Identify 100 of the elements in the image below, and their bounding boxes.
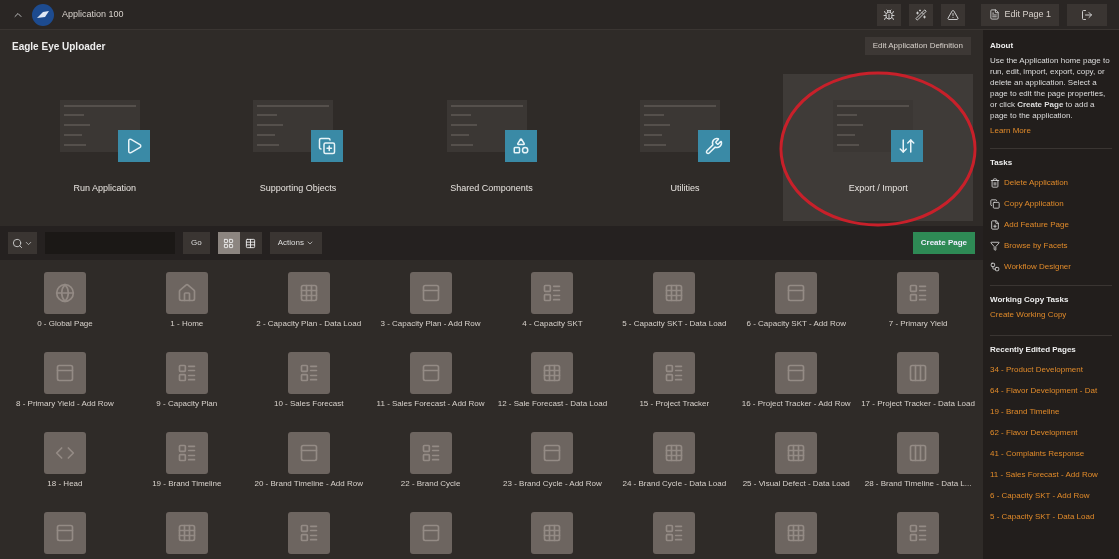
page-icon-button[interactable] xyxy=(287,272,330,314)
page-icon-button[interactable] xyxy=(409,432,452,474)
page-icon-button[interactable] xyxy=(409,352,452,394)
task-link[interactable]: Workflow Designer xyxy=(1004,261,1071,272)
page-icon-button[interactable] xyxy=(287,432,330,474)
page-icon-button[interactable] xyxy=(775,272,818,314)
create-page-button[interactable]: Create Page xyxy=(912,232,975,254)
page-icon-button[interactable] xyxy=(653,512,696,554)
page-link[interactable]: 9 - Capacity Plan xyxy=(152,399,222,409)
page-icon-button[interactable] xyxy=(165,432,208,474)
exit-button[interactable] xyxy=(1067,3,1107,26)
page-icon-button[interactable] xyxy=(653,352,696,394)
recent-page-link[interactable]: 34 - Product Development xyxy=(990,359,1112,380)
icons-view-button[interactable] xyxy=(217,232,240,254)
page-link[interactable]: 15 - Project Tracker xyxy=(635,399,714,409)
page-icon-button[interactable] xyxy=(775,352,818,394)
report-view-button[interactable] xyxy=(239,232,262,254)
grid-icon xyxy=(786,443,807,463)
debug-button[interactable] xyxy=(877,3,902,26)
page-link[interactable]: 12 - Sale Forecast - Data Load xyxy=(493,399,612,409)
page-icon-button[interactable] xyxy=(43,352,86,394)
recent-page-link[interactable]: 64 - Flavor Development - Dat xyxy=(990,380,1112,401)
grid-icon xyxy=(542,523,563,543)
page-icon-button[interactable] xyxy=(531,432,574,474)
recent-page-link[interactable]: 6 - Capacity SKT - Add Row xyxy=(990,485,1112,506)
page-icon-button[interactable] xyxy=(775,512,818,554)
report-icon xyxy=(908,523,929,543)
page-icon-button[interactable] xyxy=(775,432,818,474)
grid-icon xyxy=(542,363,563,383)
page-link[interactable]: 7 - Primary Yield xyxy=(884,319,952,329)
task-link[interactable]: Browse by Facets xyxy=(1004,240,1068,251)
page-icon-button[interactable] xyxy=(409,272,452,314)
page-link[interactable]: 19 - Brand Timeline xyxy=(148,479,226,489)
caret-icon xyxy=(305,239,314,247)
page-icon-button[interactable] xyxy=(653,432,696,474)
page-link[interactable]: 2 - Capacity Plan - Data Load xyxy=(252,319,366,329)
go-button[interactable]: Go xyxy=(183,232,210,254)
page-icon-button[interactable] xyxy=(165,512,208,554)
page-link[interactable]: 11 - Sales Forecast - Add Row xyxy=(372,399,489,409)
task-link[interactable]: Create Working Copy xyxy=(990,309,1112,327)
page-link[interactable]: 20 - Brand Timeline - Add Row xyxy=(250,479,367,489)
warning-button[interactable] xyxy=(941,3,966,26)
wand-button[interactable] xyxy=(909,3,934,26)
page-icon-button[interactable] xyxy=(43,272,86,314)
page-icon-button[interactable] xyxy=(897,352,940,394)
page-link[interactable]: 3 - Capacity Plan - Add Row xyxy=(376,319,485,329)
report-icon xyxy=(420,443,441,463)
page-link[interactable]: 28 - Brand Timeline - Data L... xyxy=(860,479,976,489)
task-link[interactable]: Delete Application xyxy=(1004,177,1069,188)
page-link[interactable]: 24 - Brand Cycle - Data Load xyxy=(618,479,731,489)
page-link[interactable]: 5 - Capacity SKT - Data Load xyxy=(618,319,731,329)
page-icon-button[interactable] xyxy=(43,432,86,474)
page-link[interactable]: 4 - Capacity SKT xyxy=(518,319,587,329)
recent-page-link[interactable]: 62 - Flavor Development xyxy=(990,422,1112,443)
actions-menu-button[interactable]: Actions xyxy=(269,232,322,254)
tile[interactable]: Shared Components xyxy=(396,74,587,221)
search-menu-button[interactable] xyxy=(8,232,37,254)
page-icon-button[interactable] xyxy=(653,272,696,314)
page-link[interactable]: 6 - Capacity SKT - Add Row xyxy=(742,319,850,329)
page-icon-button[interactable] xyxy=(897,272,940,314)
page-link[interactable]: 17 - Project Tracker - Data Load xyxy=(857,399,979,409)
page-icon-button[interactable] xyxy=(531,512,574,554)
edit-definition-button[interactable]: Edit Application Definition xyxy=(864,37,971,55)
page-link[interactable]: 23 - Brand Cycle - Add Row xyxy=(499,479,606,489)
page-icon-button[interactable] xyxy=(897,512,940,554)
page-icon-button[interactable] xyxy=(287,352,330,394)
recent-page-link[interactable]: 5 - Capacity SKT - Data Load xyxy=(990,506,1112,527)
tile[interactable]: Utilities xyxy=(589,74,780,221)
wand-icon xyxy=(915,8,928,21)
form-icon xyxy=(420,283,441,303)
page-icon-button[interactable] xyxy=(409,512,452,554)
page-icon-button[interactable] xyxy=(165,272,208,314)
task-link[interactable]: Add Feature Page xyxy=(1004,219,1069,230)
page-link[interactable]: 1 - Home xyxy=(166,319,208,329)
page-link[interactable]: 22 - Brand Cycle xyxy=(396,479,465,489)
page-icon-button[interactable] xyxy=(897,432,940,474)
recent-page-link[interactable]: 11 - Sales Forecast - Add Row xyxy=(990,464,1112,485)
page-icon-button[interactable] xyxy=(165,352,208,394)
columns-icon xyxy=(908,363,929,383)
page-link[interactable]: 25 - Visual Defect - Data Load xyxy=(738,479,854,489)
page-icon-button[interactable] xyxy=(531,272,574,314)
edit-page-button[interactable]: Edit Page 1 xyxy=(981,3,1059,26)
page-link[interactable]: 0 - Global Page xyxy=(33,319,97,329)
report-icon xyxy=(664,523,685,543)
page-link[interactable]: 16 - Project Tracker - Add Row xyxy=(737,399,855,409)
tile[interactable]: Supporting Objects xyxy=(203,74,394,221)
page-icon-button[interactable] xyxy=(287,512,330,554)
page-link[interactable]: 10 - Sales Forecast xyxy=(270,399,348,409)
breadcrumb-link[interactable]: Application 100 xyxy=(62,7,124,22)
tile[interactable]: Export / Import xyxy=(783,74,974,221)
page-link[interactable]: 18 - Head xyxy=(43,479,87,489)
recent-page-link[interactable]: 41 - Complaints Response xyxy=(990,443,1112,464)
task-link[interactable]: Copy Application xyxy=(1004,198,1064,209)
page-link[interactable]: 8 - Primary Yield - Add Row xyxy=(12,399,118,409)
recent-page-link[interactable]: 19 - Brand Timeline xyxy=(990,401,1112,422)
tile[interactable]: Run Application xyxy=(9,74,200,221)
page-icon-button[interactable] xyxy=(43,512,86,554)
learn-more-link[interactable]: Learn More xyxy=(990,125,1112,136)
grid-icon xyxy=(664,283,685,303)
page-icon-button[interactable] xyxy=(531,352,574,394)
